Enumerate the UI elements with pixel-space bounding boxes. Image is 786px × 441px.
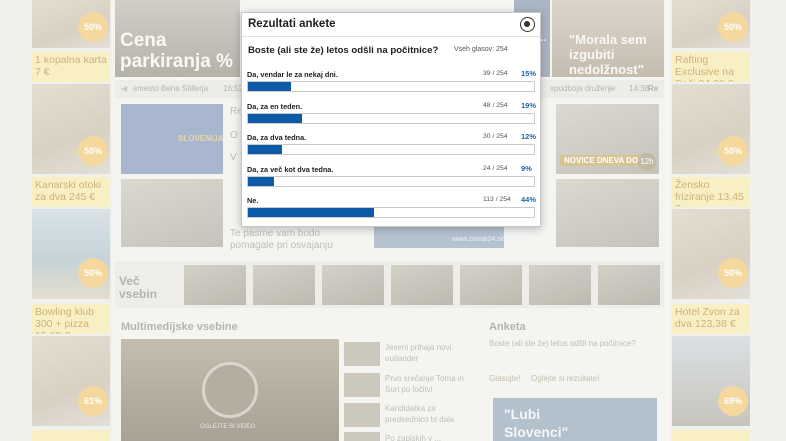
- option-count: 39 / 254: [483, 70, 508, 77]
- option-count: 48 / 254: [483, 102, 508, 109]
- result-bar-fill: [248, 82, 291, 91]
- option-label: Da, za dva tedna.: [247, 133, 307, 142]
- result-bar-fill: [248, 114, 303, 123]
- result-bar-track: [247, 176, 535, 187]
- option-percent: 15%: [521, 69, 537, 78]
- result-bar-track: [247, 81, 535, 92]
- total-votes: Vseh glasov: 254: [454, 46, 508, 53]
- option-count: 113 / 254: [483, 196, 511, 203]
- result-bar-fill: [248, 145, 283, 154]
- poll-option: Da, za več kot dva tedna. 24 / 254 9%: [247, 164, 537, 197]
- close-icon[interactable]: [520, 17, 535, 32]
- option-label: Da, za en teden.: [247, 102, 303, 111]
- result-bar-track: [247, 207, 535, 218]
- option-percent: 19%: [521, 101, 537, 110]
- option-count: 24 / 254: [483, 165, 508, 172]
- poll-option: Da, za dva tedna. 30 / 254 12%: [247, 132, 537, 165]
- option-percent: 12%: [521, 132, 537, 141]
- result-bar-track: [247, 113, 535, 124]
- poll-results-modal: Rezultati ankete Boste (ali ste že) leto…: [241, 12, 541, 227]
- modal-header: Rezultati ankete: [242, 13, 540, 37]
- option-label: Ne.: [247, 196, 259, 205]
- poll-option: Ne. 113 / 254 44%: [247, 195, 537, 228]
- result-bar-fill: [248, 177, 274, 186]
- poll-option: Da, vendar le za nekaj dni. 39 / 254 15%: [247, 69, 537, 102]
- option-label: Da, vendar le za nekaj dni.: [247, 70, 338, 79]
- result-bar-track: [247, 144, 535, 155]
- result-bar-fill: [248, 208, 374, 217]
- option-percent: 9%: [521, 164, 532, 173]
- poll-question: Boste (ali ste že) letos odšli na počitn…: [248, 45, 439, 56]
- option-label: Da, za več kot dva tedna.: [247, 165, 334, 174]
- option-percent: 44%: [521, 195, 537, 204]
- poll-option: Da, za en teden. 48 / 254 19%: [247, 101, 537, 134]
- modal-title: Rezultati ankete: [248, 18, 336, 30]
- option-count: 30 / 254: [483, 133, 508, 140]
